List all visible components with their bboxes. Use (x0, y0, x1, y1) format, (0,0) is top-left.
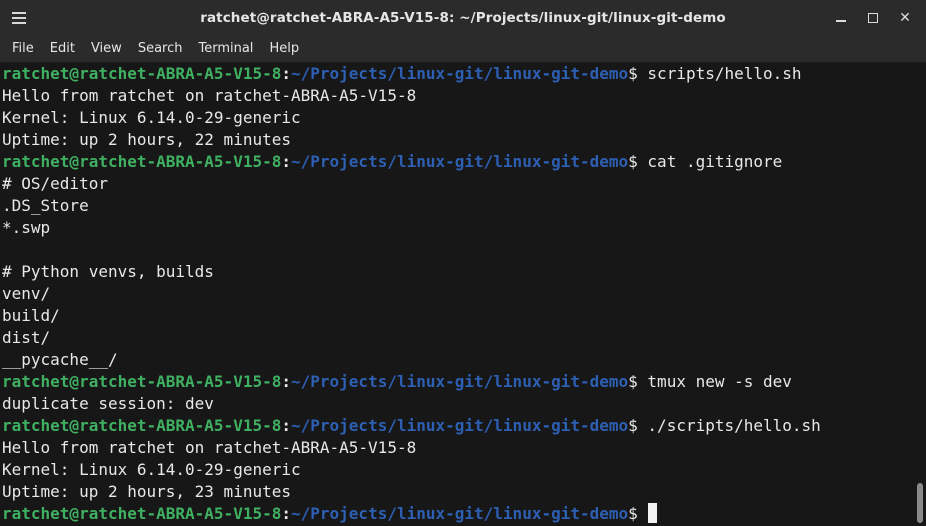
prompt-line: ratchet@ratchet-ABRA-A5-V15-8:~/Projects… (0, 371, 914, 393)
menu-view[interactable]: View (83, 36, 130, 62)
prompt-colon: : (281, 504, 291, 523)
prompt-line: ratchet@ratchet-ABRA-A5-V15-8:~/Projects… (0, 151, 914, 173)
minimize-icon (836, 20, 846, 22)
prompt-user-host: ratchet@ratchet-ABRA-A5-V15-8 (2, 152, 282, 171)
maximize-button[interactable] (860, 6, 886, 30)
prompt-dollar: $ (628, 152, 648, 171)
menu-file[interactable]: File (4, 36, 42, 62)
close-button[interactable]: ✕ (892, 6, 918, 30)
prompt-colon: : (281, 372, 291, 391)
prompt-dollar: $ (628, 64, 648, 83)
close-icon: ✕ (899, 10, 911, 26)
output-line: duplicate session: dev (2, 394, 214, 413)
command-text: ./scripts/hello.sh (647, 416, 821, 435)
output-line: Uptime: up 2 hours, 22 minutes (2, 130, 291, 149)
output-line: dist/ (2, 328, 51, 347)
output-line: Kernel: Linux 6.14.0-29-generic (2, 460, 301, 479)
menu-bar: File Edit View Search Terminal Help (0, 36, 926, 63)
menu-edit[interactable]: Edit (42, 36, 83, 62)
prompt-line: ratchet@ratchet-ABRA-A5-V15-8:~/Projects… (0, 415, 914, 437)
prompt-path: ~/Projects/linux-git/linux-git-demo (291, 64, 629, 83)
prompt-colon: : (281, 416, 291, 435)
maximize-icon (868, 13, 878, 23)
output-line: __pycache__/ (2, 350, 118, 369)
terminal-window: ratchet@ratchet-ABRA-A5-V15-8: ~/Project… (0, 0, 926, 526)
output-line: .DS_Store (2, 196, 89, 215)
prompt-dollar: $ (628, 416, 648, 435)
output-line: # OS/editor (2, 174, 108, 193)
output-line: venv/ (2, 284, 51, 303)
prompt-dollar: $ (628, 504, 648, 523)
prompt-line: ratchet@ratchet-ABRA-A5-V15-8:~/Projects… (0, 503, 914, 525)
output-line: build/ (2, 306, 60, 325)
prompt-path: ~/Projects/linux-git/linux-git-demo (291, 504, 629, 523)
text-cursor (648, 503, 658, 523)
menu-terminal[interactable]: Terminal (190, 36, 261, 62)
prompt-path: ~/Projects/linux-git/linux-git-demo (291, 372, 629, 391)
output-line: Uptime: up 2 hours, 23 minutes (2, 482, 291, 501)
prompt-user-host: ratchet@ratchet-ABRA-A5-V15-8 (2, 372, 282, 391)
menu-search[interactable]: Search (130, 36, 191, 62)
prompt-path: ~/Projects/linux-git/linux-git-demo (291, 416, 629, 435)
prompt-user-host: ratchet@ratchet-ABRA-A5-V15-8 (2, 504, 282, 523)
prompt-path: ~/Projects/linux-git/linux-git-demo (291, 152, 629, 171)
prompt-dollar: $ (628, 372, 648, 391)
prompt-user-host: ratchet@ratchet-ABRA-A5-V15-8 (2, 64, 282, 83)
scrollbar-thumb[interactable] (917, 483, 923, 523)
menu-help[interactable]: Help (261, 36, 307, 62)
output-line: Kernel: Linux 6.14.0-29-generic (2, 108, 301, 127)
output-line: Hello from ratchet on ratchet-ABRA-A5-V1… (2, 86, 417, 105)
output-line: *.swp (2, 218, 51, 237)
hamburger-icon[interactable] (12, 9, 28, 25)
scrollbar[interactable] (914, 63, 926, 526)
window-title: ratchet@ratchet-ABRA-A5-V15-8: ~/Project… (200, 10, 726, 26)
command-text: tmux new -s dev (647, 372, 792, 391)
prompt-colon: : (281, 64, 291, 83)
prompt-user-host: ratchet@ratchet-ABRA-A5-V15-8 (2, 416, 282, 435)
output-line: Hello from ratchet on ratchet-ABRA-A5-V1… (2, 438, 417, 457)
prompt-line: ratchet@ratchet-ABRA-A5-V15-8:~/Projects… (0, 63, 914, 85)
command-text: cat .gitignore (647, 152, 783, 171)
prompt-colon: : (281, 152, 291, 171)
output-line: # Python venvs, builds (2, 262, 214, 281)
title-bar[interactable]: ratchet@ratchet-ABRA-A5-V15-8: ~/Project… (0, 0, 926, 36)
command-text: scripts/hello.sh (647, 64, 802, 83)
minimize-button[interactable] (828, 6, 854, 30)
terminal-output[interactable]: ratchet@ratchet-ABRA-A5-V15-8:~/Projects… (0, 63, 914, 526)
